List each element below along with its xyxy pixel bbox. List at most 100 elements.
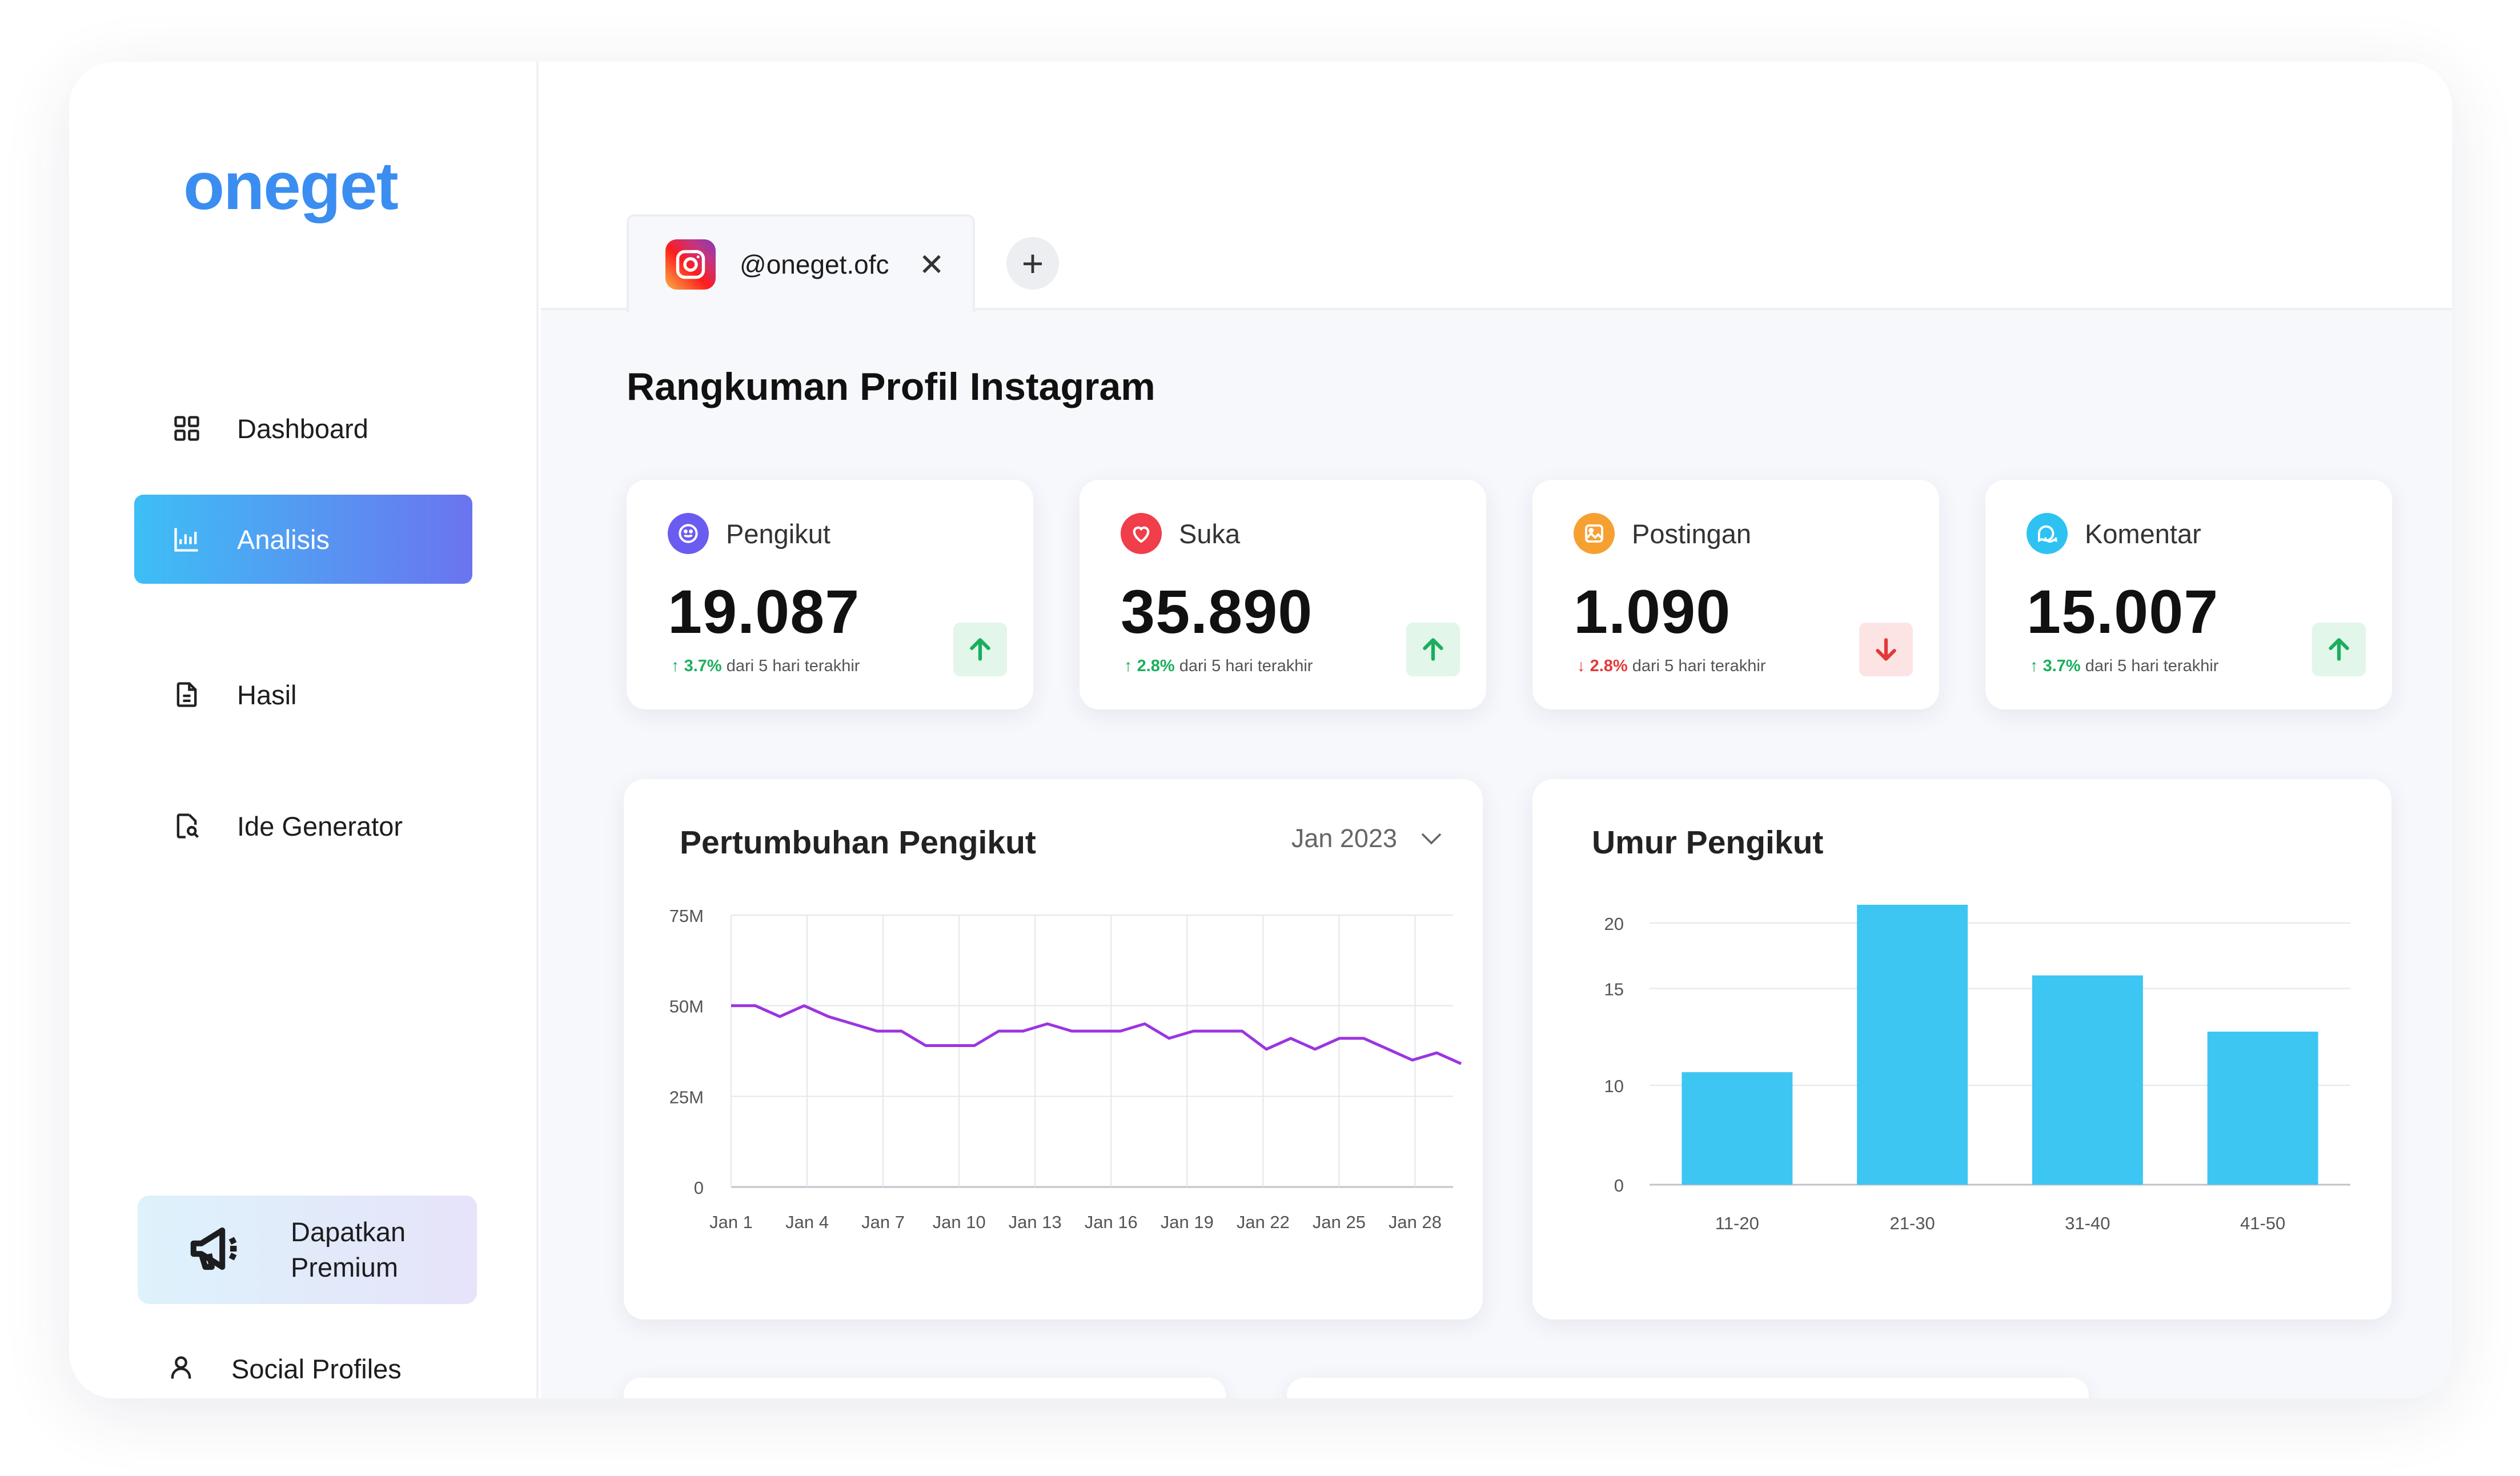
chart-icon <box>171 523 203 555</box>
sidebar-item-hasil[interactable]: Hasil <box>134 650 472 739</box>
grid-icon <box>171 412 203 444</box>
x-tick-label: 41-50 <box>2240 1213 2285 1233</box>
stat-note: dari 5 hari terakhir <box>2085 657 2219 675</box>
arrow-up-icon <box>1423 638 1443 661</box>
sidebar-item-label: Dashboard <box>237 413 368 444</box>
x-tick-label: Jan 4 <box>785 1212 829 1232</box>
social-profiles-label: Social Profiles <box>231 1353 402 1384</box>
x-tick-label: Jan 7 <box>861 1212 905 1232</box>
plus-icon: + <box>1021 242 1044 284</box>
stat-value: 1.090 <box>1574 577 1731 646</box>
stat-value: 19.087 <box>668 577 860 646</box>
x-tick-label: Jan 16 <box>1085 1212 1138 1232</box>
x-tick-label: Jan 22 <box>1237 1212 1290 1232</box>
stat-trend: ↑ 3.7% dari 5 hari terakhir <box>671 657 860 676</box>
sidebar-item-label: Analisis <box>237 524 330 555</box>
stat-trend: ↓ 2.8% dari 5 hari terakhir <box>1577 657 1765 676</box>
sidebar: oneget Dashboard Analisis Hasil Ide Gene <box>69 62 539 1398</box>
x-tick-label: 21-30 <box>1889 1213 1935 1233</box>
stat-value: 15.007 <box>2027 577 2219 646</box>
comment-icon <box>2027 513 2068 554</box>
arrow-up-icon: ↑ <box>671 657 684 675</box>
sidebar-item-dashboard[interactable]: Dashboard <box>134 384 472 473</box>
logo[interactable]: oneget <box>183 147 399 225</box>
premium-line-1: Dapatkan <box>291 1217 406 1247</box>
instagram-icon <box>665 239 716 290</box>
user-icon <box>166 1353 198 1385</box>
bar <box>1857 904 1968 1185</box>
smile-icon <box>668 513 709 554</box>
arrow-up-icon <box>970 638 990 661</box>
x-tick-label: 11-20 <box>1715 1213 1759 1233</box>
tab-label: @oneget.ofc <box>740 250 889 279</box>
stat-label: Postingan <box>1632 518 1752 549</box>
bar-chart: 0 10 15 20 11-20 21-30 31-40 41-50 <box>1604 904 2350 1233</box>
arrow-up-icon: ↑ <box>1124 657 1137 675</box>
app-window: oneget Dashboard Analisis Hasil Ide Gene <box>69 62 2452 1398</box>
heart-icon <box>1121 513 1162 554</box>
y-tick-label: 50M <box>669 997 704 1017</box>
tab-oneget-ofc[interactable]: @oneget.ofc ✕ <box>627 214 975 312</box>
stat-label: Suka <box>1179 518 1241 549</box>
x-tick-label: 31-40 <box>2065 1213 2110 1233</box>
arrow-up-icon: ↑ <box>2030 657 2043 675</box>
close-icon[interactable]: ✕ <box>919 247 945 283</box>
main-content: @oneget.ofc ✕ + Rangkuman Profil Instagr… <box>541 62 2452 1398</box>
y-tick-label: 0 <box>1614 1176 1624 1196</box>
line-chart: 0 25M 50M 75M Jan 1 Jan 4 Jan 7 Jan 10 Jan 13 Jan… <box>669 906 1462 1232</box>
trend-up-badge <box>953 623 1007 676</box>
trend-down-badge <box>1859 623 1913 676</box>
stat-change: 3.7% <box>684 657 722 675</box>
stat-note: dari 5 hari terakhir <box>1179 657 1313 675</box>
logo-text: oneget <box>183 149 399 224</box>
stat-note: dari 5 hari terakhir <box>1632 657 1766 675</box>
y-tick-label: 0 <box>694 1178 704 1198</box>
x-tick-label: Jan 13 <box>1009 1212 1062 1232</box>
trend-up-badge <box>2312 623 2366 676</box>
sidebar-item-social-profiles[interactable]: Social Profiles <box>166 1353 402 1385</box>
series-line <box>731 1004 1462 1065</box>
tab-bar: @oneget.ofc ✕ + <box>541 62 2452 312</box>
stat-change: 2.8% <box>1137 657 1175 675</box>
y-tick-label: 20 <box>1604 914 1624 934</box>
sidebar-item-ide-generator[interactable]: Ide Generator <box>134 781 472 871</box>
stat-label: Pengikut <box>726 518 830 549</box>
y-tick-label: 15 <box>1604 980 1624 1000</box>
y-tick-label: 25M <box>669 1087 704 1107</box>
stat-card-pengikut: Pengikut 19.087 ↑ 3.7% dari 5 hari terak… <box>627 480 1033 709</box>
sidebar-item-label: Hasil <box>237 679 297 710</box>
stat-card-postingan: Postingan 1.090 ↓ 2.8% dari 5 hari terak… <box>1532 480 1939 709</box>
stat-note: dari 5 hari terakhir <box>726 657 860 675</box>
stat-value: 35.890 <box>1121 577 1313 646</box>
x-tick-label: Jan 25 <box>1313 1212 1366 1232</box>
bar <box>2207 1032 2318 1185</box>
stat-change: 2.8% <box>1590 657 1628 675</box>
age-chart-card: Umur Pengikut 0 10 15 20 11-20 21-30 31-40 41-5… <box>1532 779 2391 1319</box>
arrow-down-icon: ↓ <box>1577 657 1590 675</box>
y-tick-label: 75M <box>669 906 704 926</box>
y-tick-label: 10 <box>1604 1076 1624 1096</box>
bar <box>2032 975 2143 1185</box>
x-tick-label: Jan 1 <box>709 1212 753 1232</box>
x-tick-label: Jan 28 <box>1389 1212 1442 1232</box>
bar <box>1682 1072 1793 1185</box>
x-tick-label: Jan 10 <box>933 1212 986 1232</box>
sidebar-item-analisis[interactable]: Analisis <box>134 495 472 584</box>
stat-trend: ↑ 2.8% dari 5 hari terakhir <box>1124 657 1313 676</box>
search-document-icon <box>171 810 203 842</box>
stat-card-suka: Suka 35.890 ↑ 2.8% dari 5 hari terakhir <box>1080 480 1486 709</box>
trend-up-badge <box>1406 623 1460 676</box>
growth-chart-card: Pertumbuhan Pengikut Jan 2023 0 25M 50M 75M… <box>624 779 1483 1319</box>
image-icon <box>1574 513 1615 554</box>
premium-banner[interactable]: Dapatkan Premium <box>138 1196 477 1304</box>
stat-label: Komentar <box>2085 518 2201 549</box>
stat-card-komentar: Komentar 15.007 ↑ 3.7% dari 5 hari terak… <box>1985 480 2392 709</box>
add-tab-button[interactable]: + <box>1006 237 1059 290</box>
arrow-down-icon <box>1876 638 1896 661</box>
stat-change: 3.7% <box>2043 657 2081 675</box>
megaphone-icon <box>186 1217 248 1283</box>
partial-card <box>1287 1378 2089 1398</box>
sidebar-item-label: Ide Generator <box>237 811 403 841</box>
document-icon <box>171 679 203 711</box>
partial-card <box>624 1378 1226 1398</box>
